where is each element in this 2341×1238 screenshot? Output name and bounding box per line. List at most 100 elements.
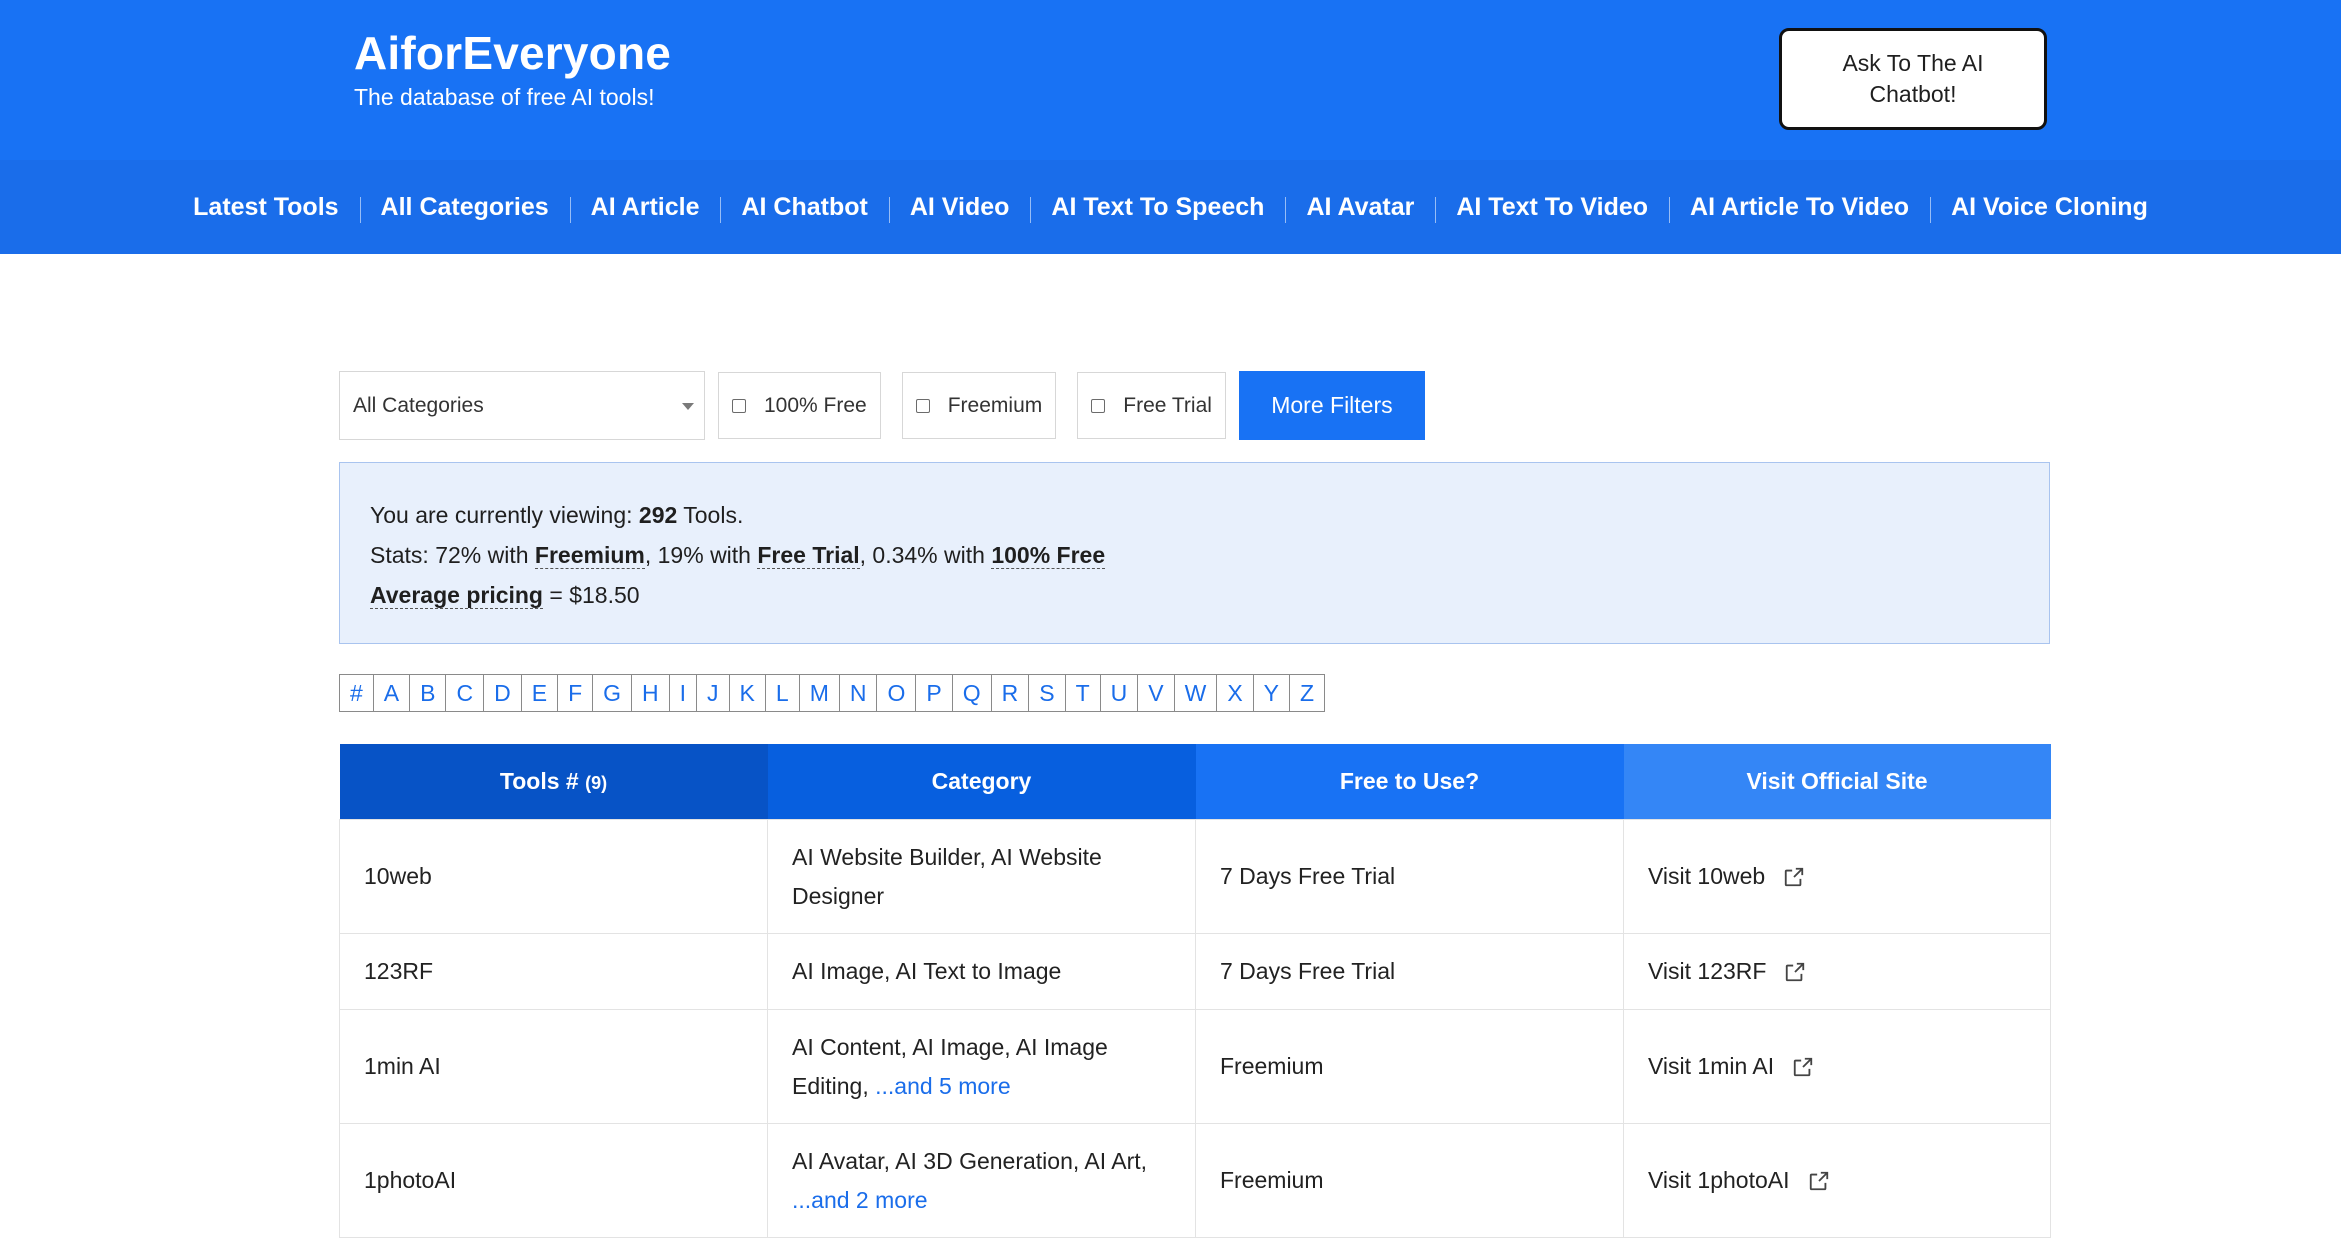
- column-header-tools[interactable]: Tools # (9): [339, 744, 768, 820]
- tool-visit-cell: Visit 123RF: [1623, 933, 2051, 1010]
- stats-prefix: Stats: 72% with: [370, 542, 535, 568]
- tool-category-text: AI Avatar, AI 3D Generation, AI Art,: [792, 1147, 1148, 1174]
- alpha-letter-e[interactable]: E: [522, 675, 559, 711]
- alphabet-filter: # A B C D E F G H I J K L M N O P Q R S …: [339, 674, 1326, 712]
- alpha-letter-s[interactable]: S: [1029, 675, 1066, 711]
- viewing-line: You are currently viewing: 292 Tools.: [370, 495, 2019, 535]
- alpha-letter-p[interactable]: P: [916, 675, 953, 711]
- alpha-letter-r[interactable]: R: [992, 675, 1030, 711]
- filter-bar: All Categories 100% Free Freemium Free T…: [339, 371, 1425, 440]
- external-link-icon: [1793, 1057, 1813, 1076]
- visit-link-label: Visit 10web: [1648, 863, 1766, 889]
- table-header-row: Tools # (9) Category Free to Use? Visit …: [339, 744, 2051, 820]
- free-100-term[interactable]: 100% Free: [991, 542, 1106, 569]
- checkbox-free-trial[interactable]: [1091, 398, 1106, 413]
- filter-100-free[interactable]: 100% Free: [718, 372, 881, 439]
- filter-free-trial[interactable]: Free Trial: [1077, 372, 1226, 439]
- nav-item-ai-article-to-video[interactable]: AI Article To Video: [1669, 193, 1930, 223]
- alpha-letter-n[interactable]: N: [840, 675, 878, 711]
- alpha-letter-a[interactable]: A: [374, 675, 411, 711]
- visit-link[interactable]: Visit 1photoAI: [1648, 1161, 1830, 1200]
- alpha-letter-g[interactable]: G: [593, 675, 633, 711]
- alpha-letter-l[interactable]: L: [766, 675, 800, 711]
- site-title[interactable]: AiforEveryone: [354, 24, 671, 82]
- alpha-letter-hash[interactable]: #: [340, 675, 374, 711]
- tool-category: AI Content, AI Image, AI Image Editing, …: [767, 1009, 1196, 1124]
- external-link-icon: [1809, 1171, 1828, 1190]
- brand: AiforEveryone The database of free AI to…: [354, 24, 671, 112]
- table-row: 1photoAI AI Avatar, AI 3D Generation, AI…: [339, 1123, 2051, 1238]
- tool-category: AI Website Builder, AI Website Designer: [767, 819, 1196, 934]
- alpha-letter-x[interactable]: X: [1217, 675, 1254, 711]
- visit-link[interactable]: Visit 1min AI: [1648, 1047, 1814, 1086]
- alpha-letter-c[interactable]: C: [446, 675, 485, 711]
- viewing-suffix: Tools.: [677, 502, 744, 528]
- nav-item-ai-chatbot[interactable]: AI Chatbot: [720, 193, 888, 223]
- column-header-category[interactable]: Category: [767, 744, 1196, 820]
- freemium-term[interactable]: Freemium: [534, 542, 645, 569]
- nav-item-ai-voice-cloning[interactable]: AI Voice Cloning: [1930, 193, 2169, 223]
- tool-visit-cell: Visit 1photoAI: [1623, 1123, 2051, 1238]
- category-select[interactable]: All Categories: [339, 371, 705, 440]
- alpha-letter-w[interactable]: W: [1175, 675, 1218, 711]
- alpha-letter-z[interactable]: Z: [1290, 675, 1324, 711]
- table-row: 123RF AI Image, AI Text to Image 7 Days …: [339, 933, 2051, 1010]
- checkbox-100-free[interactable]: [732, 398, 746, 413]
- visit-link-label: Visit 1min AI: [1648, 1053, 1775, 1079]
- chevron-down-icon: [682, 403, 694, 410]
- alpha-letter-d[interactable]: D: [484, 675, 522, 711]
- nav-item-all-categories[interactable]: All Categories: [359, 193, 570, 223]
- alpha-letter-f[interactable]: F: [558, 675, 594, 711]
- visit-link-label: Visit 1photoAI: [1648, 1167, 1790, 1193]
- more-filters-label: More Filters: [1271, 392, 1393, 418]
- alpha-letter-h[interactable]: H: [632, 675, 670, 711]
- external-link-icon: [1786, 962, 1805, 981]
- tool-category-text: AI Website Builder, AI Website Designer: [792, 843, 1102, 909]
- nav-item-ai-text-to-video[interactable]: AI Text To Video: [1435, 193, 1669, 223]
- tool-category-text: AI Image, AI Text to Image: [792, 958, 1062, 984]
- nav-item-latest-tools[interactable]: Latest Tools: [172, 193, 359, 222]
- alpha-letter-q[interactable]: Q: [953, 675, 992, 711]
- more-categories-link[interactable]: ...and 5 more: [875, 1073, 1011, 1099]
- tool-free-status: 7 Days Free Trial: [1195, 933, 1624, 1010]
- nav-item-ai-video[interactable]: AI Video: [888, 193, 1031, 223]
- alpha-letter-u[interactable]: U: [1101, 675, 1139, 711]
- stats-mid2: , 0.34% with: [859, 542, 992, 568]
- visit-link-label: Visit 123RF: [1648, 958, 1767, 984]
- more-categories-link[interactable]: ...and 2 more: [792, 1187, 928, 1213]
- more-filters-button[interactable]: More Filters: [1238, 371, 1425, 440]
- visit-link[interactable]: Visit 123RF: [1648, 952, 1806, 991]
- nav-item-ai-avatar[interactable]: AI Avatar: [1285, 193, 1435, 223]
- site-subtitle: The database of free AI tools!: [354, 84, 655, 110]
- average-pricing-term[interactable]: Average pricing: [370, 582, 543, 609]
- alpha-letter-b[interactable]: B: [410, 675, 447, 711]
- tool-name: 123RF: [339, 933, 768, 1010]
- tool-free-status: 7 Days Free Trial: [1195, 819, 1624, 934]
- ask-ai-chatbot-button[interactable]: Ask To The AI Chatbot!: [1779, 28, 2047, 130]
- external-link-icon: [1785, 867, 1804, 886]
- column-header-visit-site[interactable]: Visit Official Site: [1623, 744, 2051, 820]
- viewing-prefix: You are currently viewing:: [370, 502, 639, 528]
- filter-freemium[interactable]: Freemium: [901, 372, 1057, 439]
- visit-link[interactable]: Visit 10web: [1648, 857, 1805, 896]
- free-trial-term[interactable]: Free Trial: [757, 542, 860, 569]
- alpha-letter-v[interactable]: V: [1138, 675, 1175, 711]
- alpha-letter-k[interactable]: K: [730, 675, 766, 711]
- tool-name: 10web: [339, 819, 768, 934]
- tool-free-status: Freemium: [1195, 1009, 1624, 1124]
- alpha-letter-i[interactable]: I: [670, 675, 698, 711]
- alpha-letter-y[interactable]: Y: [1254, 675, 1291, 711]
- stats-line: Stats: 72% with Freemium, 19% with Free …: [370, 535, 2019, 575]
- column-header-free-to-use[interactable]: Free to Use?: [1195, 744, 1624, 820]
- filter-100-free-label: 100% Free: [764, 393, 867, 417]
- alpha-letter-j[interactable]: J: [697, 675, 730, 711]
- nav-item-ai-text-to-speech[interactable]: AI Text To Speech: [1030, 193, 1285, 223]
- checkbox-freemium[interactable]: [915, 398, 930, 413]
- tool-count: 292: [638, 502, 678, 528]
- nav-item-ai-article[interactable]: AI Article: [569, 193, 721, 223]
- alpha-letter-m[interactable]: M: [800, 675, 840, 711]
- alpha-letter-o[interactable]: O: [877, 675, 917, 711]
- average-pricing-line: Average pricing = $18.50: [370, 575, 2019, 615]
- stats-panel: You are currently viewing: 292 Tools. St…: [339, 462, 2050, 644]
- alpha-letter-t[interactable]: T: [1066, 675, 1101, 711]
